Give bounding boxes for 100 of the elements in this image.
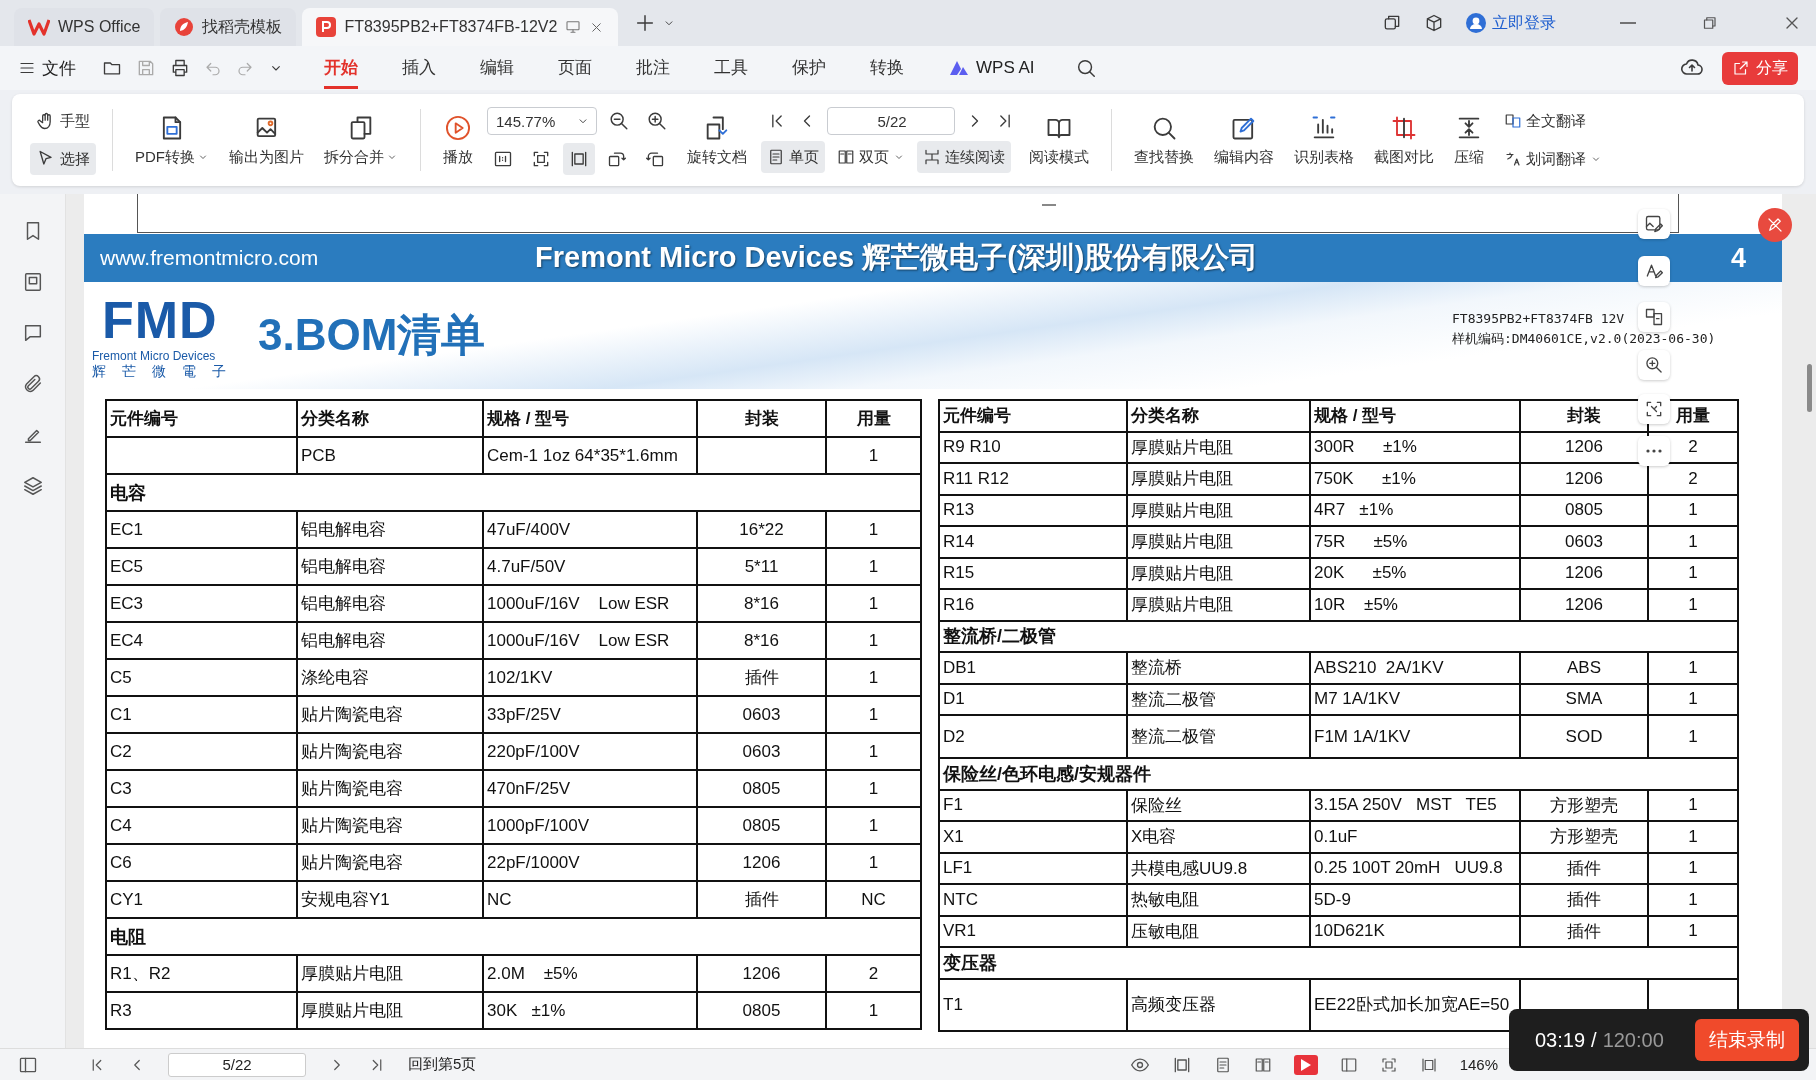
- ribbon-tab[interactable]: 批注: [636, 47, 670, 89]
- ribbon-tab[interactable]: 工具: [714, 47, 748, 89]
- page-field[interactable]: 5/22: [168, 1052, 306, 1077]
- play-button[interactable]: [1293, 1054, 1318, 1075]
- ribbon-tab[interactable]: 页面: [558, 47, 592, 89]
- toolbar-button[interactable]: 编辑内容: [1208, 109, 1280, 171]
- table-cell: 1: [1688, 531, 1698, 551]
- table-cell: R16: [943, 594, 975, 614]
- table-cell: 75R ±5%: [1314, 531, 1408, 551]
- logo-caption: 辉 芒 微 電 子: [92, 363, 233, 378]
- table-cell: 20K ±5%: [1314, 563, 1407, 583]
- section-heading: 变压器: [943, 952, 997, 973]
- view-mode-button[interactable]: 单页: [761, 141, 825, 173]
- table-cell: 2: [1688, 468, 1698, 488]
- table-cell: 安规电容Y1: [301, 890, 390, 909]
- view-mode-button[interactable]: 双页: [831, 141, 911, 173]
- text-edit-button[interactable]: [1638, 256, 1670, 286]
- table-cell: 插件: [1567, 890, 1601, 910]
- zoom-in-button[interactable]: [1638, 350, 1670, 380]
- table-cell: 0.1uF: [1314, 826, 1358, 846]
- table-cell: 整流二极管: [1131, 727, 1216, 746]
- table-cell: SMA: [1565, 689, 1603, 709]
- select-tool[interactable]: 选择: [30, 143, 96, 175]
- table-cell: 贴片陶瓷电容: [301, 853, 403, 872]
- table-cell: 厚膜贴片电阻: [1131, 595, 1233, 615]
- stop-recording-button[interactable]: 结束录制: [1695, 1019, 1799, 1061]
- table-cell: 1: [1688, 858, 1698, 878]
- record-button[interactable]: [1758, 208, 1792, 242]
- zoom-field[interactable]: 145.77%: [487, 107, 597, 135]
- toolbar-button[interactable]: 识别表格: [1288, 109, 1360, 171]
- table-cell: 涤纶电容: [301, 668, 369, 687]
- rotate-document-button[interactable]: 旋转文档: [681, 109, 753, 171]
- page-number: 4: [1730, 242, 1746, 274]
- page-field[interactable]: 5/22: [827, 107, 955, 135]
- table-cell: 1: [868, 667, 879, 687]
- back-to-page-link[interactable]: 回到第5页: [408, 1055, 477, 1074]
- table-cell: C5: [110, 667, 132, 687]
- table-cell: C3: [110, 778, 132, 798]
- ribbon-tab[interactable]: 插入: [402, 47, 436, 89]
- toolbar-button[interactable]: 输出为图片: [223, 109, 310, 171]
- table-cell: 整流桥: [1131, 658, 1182, 678]
- column-header: 用量: [1676, 406, 1710, 426]
- column-header: 元件编号: [943, 406, 1011, 426]
- table-cell: 1: [868, 556, 879, 576]
- table-cell: D2: [943, 726, 965, 746]
- table-cell: 1000uF/16V Low ESR: [487, 630, 670, 650]
- tab[interactable]: WPS Office: [14, 8, 155, 46]
- ribbon-tab[interactable]: 编辑: [480, 47, 514, 89]
- ribbon-tab[interactable]: 转换: [870, 47, 904, 89]
- table-cell: 1: [1688, 500, 1698, 520]
- table-cell: 220pF/100V: [487, 741, 580, 761]
- table-cell: 插件: [1567, 921, 1601, 941]
- toolbar-button[interactable]: 截图对比: [1368, 109, 1440, 171]
- ribbon-tab[interactable]: 开始: [324, 47, 358, 89]
- table-cell: 750K ±1%: [1314, 468, 1416, 488]
- toolbar-button[interactable]: 压缩: [1448, 109, 1490, 171]
- translate-button[interactable]: 划词翻译: [1498, 143, 1608, 175]
- file-menu[interactable]: 文件: [18, 56, 76, 80]
- scrollbar-thumb[interactable]: [1807, 364, 1812, 412]
- table-cell: 厚膜贴片电阻: [1131, 437, 1233, 457]
- tab[interactable]: FT8395PB2+FT8374FB-12V2: [302, 8, 619, 46]
- table-cell: 1: [1688, 726, 1698, 746]
- fit-width-button[interactable]: [563, 143, 595, 175]
- translate-button[interactable]: 全文翻译: [1498, 105, 1608, 137]
- screenshot-button[interactable]: [1638, 394, 1670, 424]
- translate-icon: [1504, 150, 1522, 168]
- toolbar-button[interactable]: PDF转换: [129, 109, 215, 171]
- table-cell: 10D621K: [1314, 921, 1385, 941]
- zoom-level[interactable]: 146%: [1459, 1056, 1498, 1073]
- table-cell: 1: [1688, 594, 1698, 614]
- play-icon: [444, 113, 472, 142]
- text-edit-icon: [1644, 261, 1664, 281]
- hand-tool[interactable]: 手型: [30, 105, 96, 137]
- copy-format-button[interactable]: [1638, 302, 1670, 332]
- logo-icon: [28, 18, 50, 36]
- table-cell: 1: [1688, 795, 1698, 815]
- tab[interactable]: 找稻壳模板: [160, 8, 297, 46]
- monitor-icon: [565, 19, 582, 35]
- table-cell: 贴片陶瓷电容: [301, 742, 403, 761]
- ribbon-tab[interactable]: 保护: [792, 47, 826, 89]
- image-edit-icon: [1644, 214, 1664, 234]
- ai-tab[interactable]: WPS AI: [948, 58, 1035, 78]
- table-cell: NC: [861, 889, 886, 909]
- zoom-in-icon: [1644, 355, 1664, 375]
- reading-mode-button[interactable]: 阅读模式: [1023, 109, 1095, 171]
- play-button[interactable]: 播放: [437, 109, 479, 171]
- layers-icon[interactable]: [21, 475, 44, 497]
- table-cell: R15: [943, 563, 975, 583]
- login-link[interactable]: 立即登录: [1466, 12, 1556, 34]
- table-cell: 2: [868, 963, 879, 983]
- table-cell: ABS210 2A/1KV: [1314, 657, 1444, 677]
- view-mode-button[interactable]: 连续阅读: [917, 141, 1011, 173]
- toolbar-button[interactable]: 查找替换: [1128, 109, 1200, 171]
- share-button[interactable]: 分享: [1722, 51, 1798, 85]
- table-cell: 5D-9: [1314, 889, 1351, 909]
- image-edit-button[interactable]: [1638, 209, 1670, 239]
- table-cell: EC3: [110, 593, 144, 613]
- table-cell: 30K ±1%: [487, 1000, 566, 1020]
- table-cell: 1: [1688, 563, 1698, 583]
- toolbar-button[interactable]: 拆分合并: [318, 109, 404, 171]
